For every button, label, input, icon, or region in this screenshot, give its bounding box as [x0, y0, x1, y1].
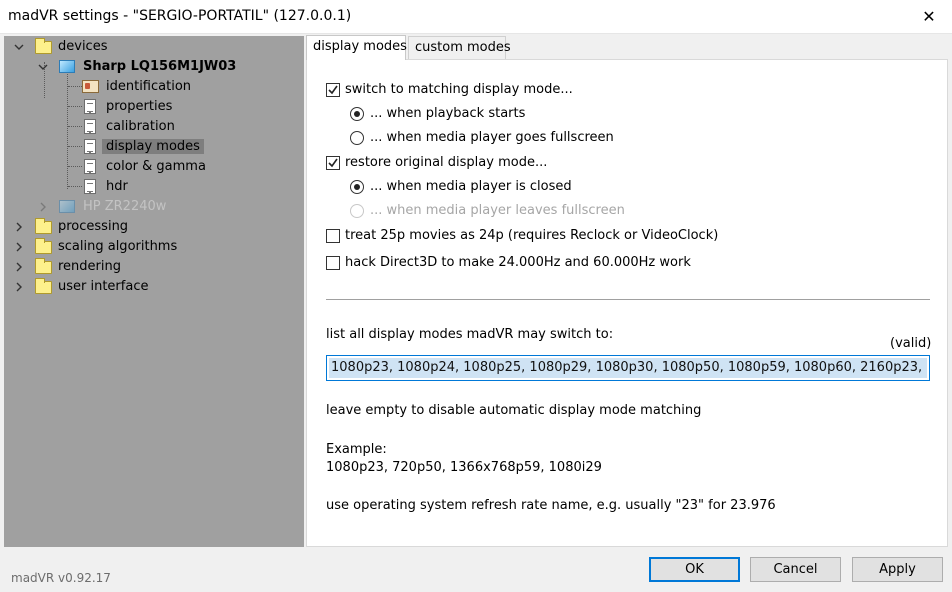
chevron-right-icon[interactable]: [12, 220, 26, 234]
folder-icon: [35, 278, 52, 294]
tree-label: calibration: [106, 119, 175, 134]
chevron-right-icon[interactable]: [12, 240, 26, 254]
version-label: madVR v0.92.17: [11, 571, 111, 585]
switch-matching-label: switch to matching display mode...: [345, 82, 573, 97]
settings-tree: devices Sharp LQ156M1JW03 identification…: [4, 36, 304, 547]
when-playback-starts-radio[interactable]: [350, 106, 364, 121]
id-card-icon: [82, 80, 99, 93]
restore-original-option[interactable]: restore original display mode...: [326, 155, 547, 170]
ok-button[interactable]: OK: [649, 557, 740, 582]
page-icon: [84, 99, 96, 114]
tree-node-device-hp[interactable]: HP ZR2240w: [4, 197, 294, 216]
folder-icon: [35, 238, 52, 254]
example-value: 1080p23, 720p50, 1366x768p59, 1080i29: [326, 460, 602, 475]
refresh-note: use operating system refresh rate name, …: [326, 498, 776, 513]
tree-node-properties[interactable]: properties: [4, 97, 294, 116]
when-leaves-fullscreen-option[interactable]: ... when media player leaves fullscreen: [350, 203, 625, 218]
tree-node-processing[interactable]: processing: [4, 217, 294, 236]
window-title: madVR settings - "SERGIO-PORTATIL" (127.…: [8, 8, 352, 24]
display-modes-panel: switch to matching display mode... ... w…: [306, 59, 948, 547]
close-button[interactable]: ✕: [906, 0, 952, 33]
checkmark-icon: [328, 85, 338, 94]
when-closed-radio[interactable]: [350, 179, 364, 194]
footer: madVR v0.92.17 OK Cancel Apply: [0, 547, 952, 592]
tree-node-rendering[interactable]: rendering: [4, 257, 294, 276]
chevron-down-icon[interactable]: [36, 60, 50, 74]
tree-label: rendering: [58, 259, 121, 274]
cancel-button[interactable]: Cancel: [750, 557, 841, 582]
tree-label: identification: [106, 79, 192, 94]
folder-icon: [35, 258, 52, 274]
hack-direct3d-checkbox[interactable]: [326, 255, 340, 270]
tree-label: processing: [58, 219, 129, 234]
restore-original-label: restore original display mode...: [345, 155, 548, 170]
tree-label: hdr: [106, 179, 128, 194]
when-closed-label: ... when media player is closed: [370, 179, 572, 194]
tree-node-devices[interactable]: devices: [4, 37, 294, 56]
hint-empty: leave empty to disable automatic display…: [326, 403, 702, 418]
tree-label: devices: [58, 39, 108, 54]
when-fullscreen-label: ... when media player goes fullscreen: [370, 130, 614, 145]
page-icon: [84, 179, 96, 194]
tab-custom-modes[interactable]: custom modes: [408, 36, 511, 60]
monitor-icon: [59, 200, 75, 213]
tree-label: HP ZR2240w: [83, 199, 167, 214]
title-bar: madVR settings - "SERGIO-PORTATIL" (127.…: [0, 0, 952, 34]
separator: [326, 299, 930, 300]
tree-node-calibration[interactable]: calibration: [4, 117, 294, 136]
treat-25p-option[interactable]: treat 25p movies as 24p (requires Recloc…: [326, 228, 718, 243]
when-fullscreen-radio[interactable]: [350, 130, 364, 145]
display-modes-value: 1080p23, 1080p24, 1080p25, 1080p29, 1080…: [329, 358, 927, 378]
example-label: Example:: [326, 442, 387, 457]
close-icon: ✕: [922, 7, 936, 26]
tab-display-modes[interactable]: display modes: [306, 35, 407, 60]
tree-label: properties: [106, 99, 173, 114]
when-fullscreen-option[interactable]: ... when media player goes fullscreen: [350, 130, 614, 145]
when-playback-starts-option[interactable]: ... when playback starts: [350, 106, 525, 121]
page-icon: [84, 119, 96, 134]
tree-node-hdr[interactable]: hdr: [4, 177, 294, 196]
tree-label: scaling algorithms: [58, 239, 178, 254]
hack-direct3d-option[interactable]: hack Direct3D to make 24.000Hz and 60.00…: [326, 255, 691, 270]
valid-indicator: (valid): [890, 336, 932, 351]
tree-node-scaling[interactable]: scaling algorithms: [4, 237, 294, 256]
chevron-right-icon[interactable]: [12, 280, 26, 294]
folder-icon: [35, 218, 52, 234]
tree-node-device-sharp[interactable]: Sharp LQ156M1JW03: [4, 57, 294, 76]
treat-25p-checkbox[interactable]: [326, 228, 340, 243]
page-icon: [84, 159, 96, 174]
tree-label: Sharp LQ156M1JW03: [83, 59, 237, 74]
tree-label: color & gamma: [106, 159, 206, 174]
page-icon: [84, 139, 96, 154]
chevron-right-icon[interactable]: [36, 200, 50, 214]
switch-matching-option[interactable]: switch to matching display mode...: [326, 82, 573, 97]
tree-label-selected: display modes: [102, 139, 204, 154]
when-leaves-fullscreen-radio[interactable]: [350, 203, 364, 218]
when-playback-starts-label: ... when playback starts: [370, 106, 526, 121]
restore-original-checkbox[interactable]: [326, 155, 340, 170]
when-leaves-fullscreen-label: ... when media player leaves fullscreen: [370, 203, 625, 218]
hack-direct3d-label: hack Direct3D to make 24.000Hz and 60.00…: [345, 255, 691, 270]
when-closed-option[interactable]: ... when media player is closed: [350, 179, 572, 194]
tree-node-color-gamma[interactable]: color & gamma: [4, 157, 294, 176]
tree-node-user-interface[interactable]: user interface: [4, 277, 294, 296]
monitor-icon: [59, 60, 75, 73]
checkmark-icon: [328, 158, 338, 167]
apply-button[interactable]: Apply: [852, 557, 943, 582]
tree-label: user interface: [58, 279, 149, 294]
chevron-right-icon[interactable]: [12, 260, 26, 274]
treat-25p-label: treat 25p movies as 24p (requires Recloc…: [345, 228, 719, 243]
tree-node-identification[interactable]: identification: [4, 77, 294, 96]
chevron-down-icon[interactable]: [12, 40, 26, 54]
modes-list-label: list all display modes madVR may switch …: [326, 327, 614, 342]
tree-node-display-modes[interactable]: display modes: [4, 137, 294, 156]
folder-icon: [35, 38, 52, 54]
switch-matching-checkbox[interactable]: [326, 82, 340, 97]
radio-dot: [354, 183, 360, 190]
radio-dot: [354, 110, 360, 117]
display-modes-input[interactable]: 1080p23, 1080p24, 1080p25, 1080p29, 1080…: [326, 355, 930, 381]
